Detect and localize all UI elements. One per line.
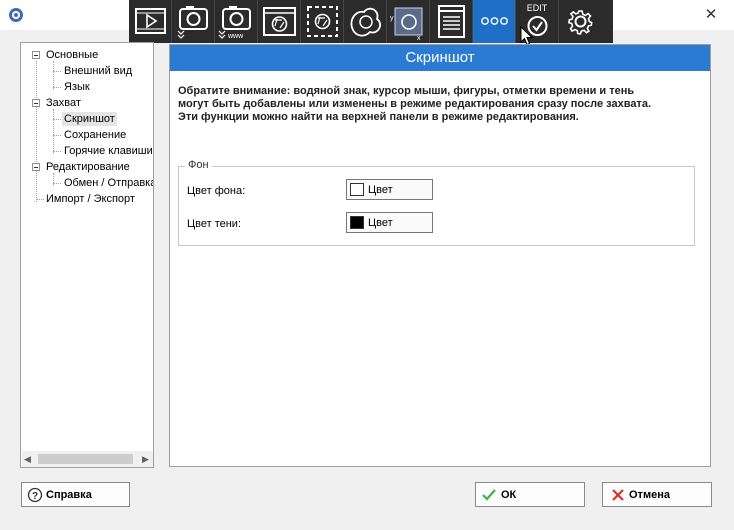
fixed-region-capture-icon: y x bbox=[390, 7, 423, 42]
background-color-label: Цвет фона: bbox=[187, 185, 246, 197]
svg-text:www: www bbox=[227, 33, 244, 40]
tree-item-share-send[interactable]: Обмен / Отправка bbox=[62, 176, 153, 190]
tree-item-import-export[interactable]: Импорт / Экспорт bbox=[44, 192, 137, 206]
help-icon: ? bbox=[27, 487, 43, 503]
record-video-icon bbox=[135, 8, 166, 34]
tree-item-saving[interactable]: Сохранение bbox=[62, 128, 128, 142]
help-button-label: Справка bbox=[46, 489, 92, 501]
tree-connector bbox=[36, 199, 44, 200]
scrolling-capture-button[interactable] bbox=[430, 0, 473, 43]
tree-connector bbox=[53, 119, 61, 120]
tree-connector bbox=[53, 183, 61, 184]
background-color-button[interactable]: Цвет bbox=[346, 179, 433, 200]
gear-icon bbox=[568, 10, 593, 35]
region-capture-button[interactable] bbox=[301, 0, 344, 43]
tree-item-appearance[interactable]: Внешний вид bbox=[62, 64, 134, 78]
freeform-capture-button[interactable] bbox=[344, 0, 387, 43]
record-video-button[interactable] bbox=[129, 0, 172, 43]
collapse-toggle-basic[interactable] bbox=[32, 51, 40, 59]
capture-toolbar: www y x EDIT bbox=[129, 0, 613, 43]
notice-line: могут быть добавлены или изменены в режи… bbox=[178, 98, 651, 110]
more-button[interactable] bbox=[473, 0, 516, 43]
background-color-button-label: Цвет bbox=[368, 184, 393, 196]
horizontal-scrollbar[interactable]: ◀ ▶ bbox=[22, 451, 153, 467]
window-capture-button[interactable] bbox=[258, 0, 301, 43]
tree-item-basic[interactable]: Основные bbox=[44, 48, 100, 62]
cancel-button[interactable]: Отмена bbox=[602, 482, 712, 507]
scrolling-capture-icon bbox=[438, 5, 465, 38]
tree-connector bbox=[53, 61, 54, 89]
info-notice: Обратите внимание: водяной знак, курсор … bbox=[178, 85, 698, 124]
shadow-color-label: Цвет тени: bbox=[187, 218, 242, 230]
settings-content-panel: Скриншот Обратите внимание: водяной знак… bbox=[169, 44, 711, 467]
tree-connector bbox=[36, 61, 37, 202]
scroll-right-icon[interactable]: ▶ bbox=[142, 454, 149, 465]
tree-item-language[interactable]: Язык bbox=[62, 80, 92, 94]
app-logo-icon bbox=[8, 7, 24, 23]
notice-line: Обратите внимание: водяной знак, курсор … bbox=[178, 85, 635, 97]
tree-item-hotkeys[interactable]: Горячие клавиши bbox=[62, 144, 153, 158]
shadow-color-button-label: Цвет bbox=[368, 217, 393, 229]
scroll-left-icon[interactable]: ◀ bbox=[24, 454, 31, 465]
settings-button[interactable] bbox=[559, 0, 602, 43]
tree-connector bbox=[53, 151, 61, 152]
background-color-swatch bbox=[350, 183, 364, 196]
more-icon bbox=[481, 17, 508, 25]
tree-connector bbox=[53, 71, 61, 72]
region-capture-icon bbox=[307, 6, 338, 37]
collapse-toggle-capture[interactable] bbox=[32, 99, 40, 107]
background-group: Фон Цвет фона: Цвет Цвет тени: Цвет bbox=[178, 159, 695, 246]
ok-button[interactable]: ОК bbox=[475, 482, 585, 507]
close-button[interactable]: ✕ bbox=[698, 4, 724, 24]
tree-connector bbox=[53, 109, 54, 153]
close-x-icon bbox=[612, 489, 624, 501]
svg-text:y: y bbox=[390, 15, 394, 22]
freeform-capture-icon bbox=[350, 7, 381, 37]
scrollbar-thumb[interactable] bbox=[38, 454, 133, 464]
web-screenshot-icon: www bbox=[218, 6, 251, 40]
help-icon-glyph: ? bbox=[32, 491, 38, 502]
page-title: Скриншот bbox=[170, 45, 710, 71]
fixed-region-capture-button[interactable]: y x bbox=[387, 0, 430, 43]
tree-connector bbox=[53, 87, 61, 88]
tree-item-editing[interactable]: Редактирование bbox=[44, 160, 132, 174]
settings-tree: Основные Внешний вид Язык Захват Скриншо… bbox=[20, 42, 154, 468]
collapse-toggle-editing[interactable] bbox=[32, 163, 40, 171]
shadow-color-swatch bbox=[350, 216, 364, 229]
tree-item-capture[interactable]: Захват bbox=[44, 96, 83, 110]
screenshot-menu-icon bbox=[177, 6, 208, 39]
web-screenshot-button[interactable]: www bbox=[215, 0, 258, 43]
ok-button-label: ОК bbox=[501, 489, 517, 501]
shadow-color-button[interactable]: Цвет bbox=[346, 212, 433, 233]
help-button[interactable]: ? Справка bbox=[21, 482, 130, 507]
screenshot-menu-button[interactable] bbox=[172, 0, 215, 43]
window-capture-icon bbox=[263, 7, 296, 36]
checkmark-icon bbox=[482, 489, 496, 501]
tree-item-screenshot[interactable]: Скриншот bbox=[62, 112, 117, 126]
notice-line: Эти функции можно найти на верхней панел… bbox=[178, 111, 579, 123]
tree-connector bbox=[53, 135, 61, 136]
svg-text:x: x bbox=[417, 35, 421, 42]
cancel-button-label: Отмена bbox=[629, 489, 670, 501]
group-title: Фон bbox=[185, 159, 212, 171]
close-icon: ✕ bbox=[704, 6, 718, 23]
